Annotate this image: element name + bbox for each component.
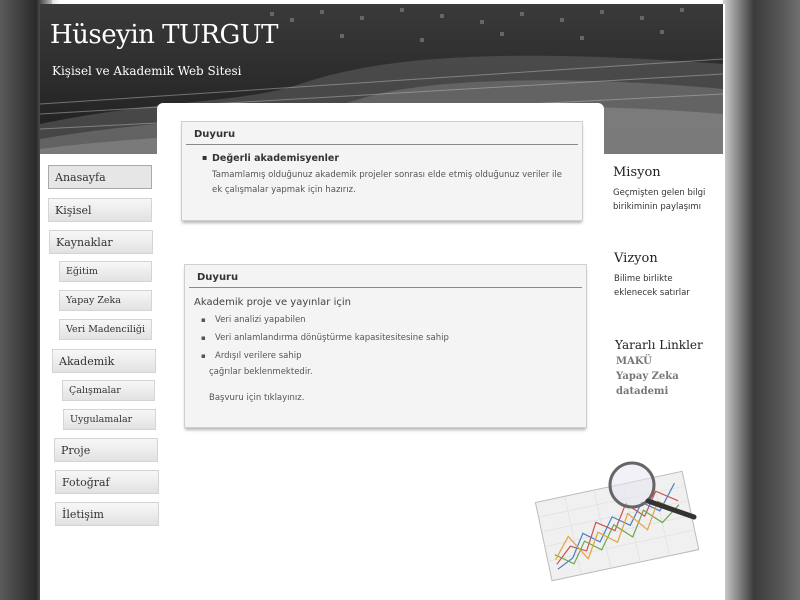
nav-item-fotograf[interactable]: Fotoğraf (55, 470, 159, 494)
list-item: Ardışıl verilere sahip (201, 347, 586, 365)
nav-item-proje[interactable]: Proje (54, 438, 158, 462)
nav-item-kaynaklar[interactable]: Kaynaklar (49, 230, 153, 254)
nav-item-iletisim[interactable]: İletişim (55, 502, 159, 526)
nav-subitem-uygulamalar[interactable]: Uygulamalar (63, 409, 156, 430)
nav-subitem-egitim[interactable]: Eğitim (59, 261, 152, 282)
announcement-title: Duyuru (189, 265, 582, 288)
list-item: Değerli akademisyenler Tamamlamış olduğu… (202, 153, 582, 198)
announcement-title: Duyuru (186, 122, 578, 145)
mission-title: Misyon (613, 165, 661, 180)
list-item: Veri analizi yapabilen (201, 311, 586, 329)
chart-magnifier-illustration (534, 461, 700, 582)
announcement-intro: Akademik proje ve yayınlar için (194, 297, 351, 308)
announcement-bullets: Veri analizi yapabilen Veri anlamlandırm… (185, 308, 586, 365)
nav-item-akademik[interactable]: Akademik (52, 349, 156, 373)
nav-item-anasayfa[interactable]: Anasayfa (48, 165, 152, 189)
mission-text: Geçmişten gelen bilgi birikiminin paylaş… (613, 188, 706, 212)
announcement-heading: Değerli akademisyenler (202, 153, 582, 164)
right-shadow (723, 0, 800, 600)
vision-title: Vizyon (614, 251, 658, 266)
site-subtitle: Kişisel ve Akademik Web Sitesi (52, 64, 242, 78)
announcement-note: çağrılar beklenmektedir. (209, 367, 313, 377)
useful-links-title: Yararlı Linkler (615, 338, 703, 352)
announcement-box-2: Duyuru Akademik proje ve yayınlar için V… (184, 264, 587, 428)
link-maku[interactable]: MAKÜ (616, 356, 652, 367)
list-item: Veri anlamlandırma dönüştürme kapasitesi… (201, 329, 586, 347)
site-title: Hüseyin TURGUT (50, 20, 279, 50)
announcement-text: Tamamlamış olduğunuz akademik projeler s… (212, 170, 562, 195)
link-datademi[interactable]: datademi (616, 386, 668, 397)
nav-subitem-veri-madenciligi[interactable]: Veri Madenciliği (59, 319, 152, 340)
nav-subitem-yapay-zeka[interactable]: Yapay Zeka (59, 290, 152, 311)
announcement-list: Değerli akademisyenler Tamamlamış olduğu… (182, 145, 582, 198)
apply-link[interactable]: Başvuru için tıklayınız. (185, 377, 586, 403)
vision-text: Bilime birlikte eklenecek satırlar (614, 274, 690, 298)
link-yapay-zeka[interactable]: Yapay Zeka (616, 371, 679, 382)
nav-subitem-calismalar[interactable]: Çalışmalar (62, 380, 155, 401)
nav-item-kisisel[interactable]: Kişisel (48, 198, 152, 222)
announcement-box-1: Duyuru Değerli akademisyenler Tamamlamış… (181, 121, 583, 221)
